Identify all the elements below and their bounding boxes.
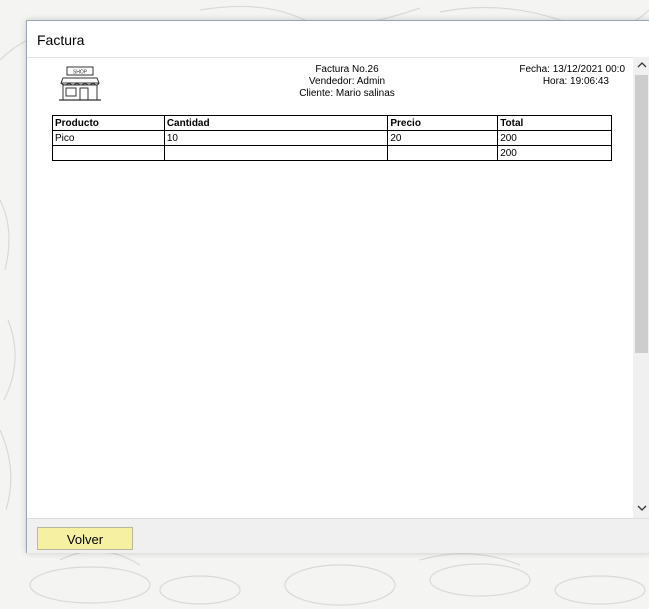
footer-bar: Volver — [27, 518, 649, 553]
table-cell — [163, 145, 389, 161]
table-cell — [387, 145, 499, 161]
table-cell: 200 — [497, 145, 612, 161]
chevron-up-icon[interactable] — [633, 59, 649, 73]
shop-storefront-icon: SHOP — [59, 66, 101, 101]
factura-window: Factura SHOP Factura No.26 Vendedor: Adm… — [26, 20, 649, 553]
table-cell — [52, 145, 165, 161]
table-header-row: Producto Cantidad Precio Total — [52, 115, 612, 131]
table-row-total: 200 — [52, 145, 612, 161]
table-row: Pico 10 20 200 — [52, 130, 612, 146]
title-bar: Factura — [27, 21, 649, 57]
table-cell: 200 — [497, 130, 612, 146]
table-cell: 10 — [163, 130, 389, 146]
column-header: Producto — [52, 115, 165, 131]
column-header: Total — [497, 115, 612, 131]
vendedor-label: Vendedor: Admin — [308, 76, 386, 87]
table-cell: Pico — [52, 130, 165, 146]
scrollbar-thumb[interactable] — [635, 75, 648, 353]
vertical-scrollbar[interactable] — [633, 57, 649, 518]
cliente-label: Cliente: Mario salinas — [299, 88, 395, 99]
hora-label: Hora: 19:06:43 — [542, 76, 609, 87]
table-cell: 20 — [387, 130, 499, 146]
volver-button[interactable]: Volver — [37, 527, 133, 550]
chevron-down-icon[interactable] — [633, 502, 649, 516]
logo-text: SHOP — [73, 70, 88, 76]
fecha-label: Fecha: 13/12/2021 00:0 — [519, 64, 625, 75]
factura-number: Factura No.26 — [315, 64, 379, 75]
report-datetime: Fecha: 13/12/2021 00:0 Hora: 19:06:43 — [507, 64, 625, 88]
report-viewer[interactable]: SHOP Factura No.26 Vendedor: Admin Clien… — [27, 57, 649, 519]
report-header: Factura No.26 Vendedor: Admin Cliente: M… — [257, 64, 437, 100]
window-title: Factura — [37, 32, 85, 48]
column-header: Precio — [387, 115, 499, 131]
invoice-table: Producto Cantidad Precio Total Pico 10 2… — [52, 115, 612, 161]
column-header: Cantidad — [163, 115, 389, 131]
